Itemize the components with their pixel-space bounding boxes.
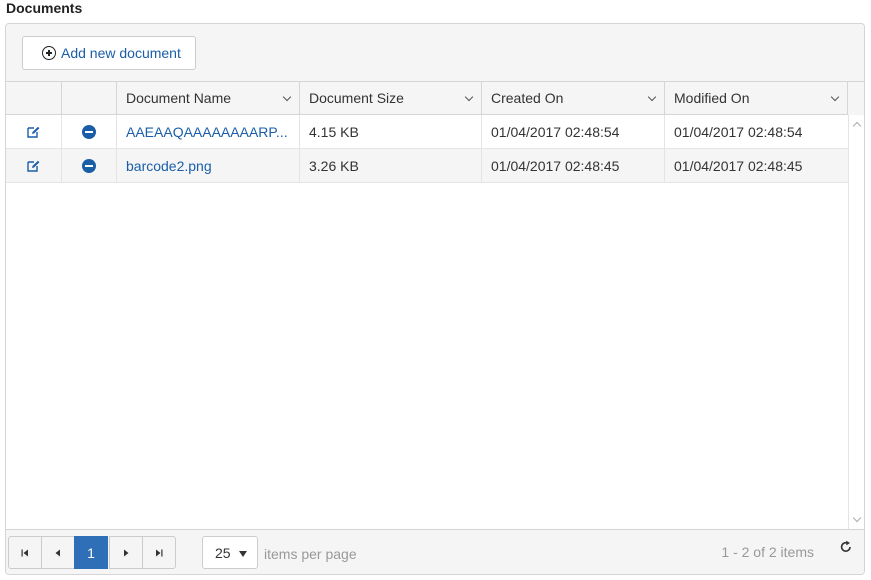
edit-icon[interactable]: [27, 160, 40, 172]
document-size: 3.26 KB: [300, 149, 482, 183]
chevron-down-icon[interactable]: [282, 92, 292, 102]
edit-cell: [6, 115, 62, 149]
table-row[interactable]: AAEAAQAAAAAAAARP... 4.15 KB 01/04/2017 0…: [6, 115, 848, 149]
header-label: Modified On: [674, 90, 750, 106]
items-per-page-label: items per page: [264, 546, 357, 562]
prev-page-icon: [55, 549, 60, 556]
header-edit-col: [6, 82, 62, 115]
header-label: Document Name: [126, 90, 232, 106]
add-document-button[interactable]: Add new document: [22, 36, 196, 70]
header-document-name[interactable]: Document Name: [117, 82, 300, 115]
grid-header: Document Name Document Size Created On M…: [6, 82, 864, 115]
modified-on: 01/04/2017 02:48:54: [674, 124, 803, 140]
page-size-select[interactable]: 25: [202, 536, 258, 569]
grid-body: AAEAAQAAAAAAAARP... 4.15 KB 01/04/2017 0…: [6, 115, 848, 529]
edit-cell: [6, 149, 62, 183]
header-document-size[interactable]: Document Size: [300, 82, 482, 115]
modified-on: 01/04/2017 02:48:45: [674, 158, 803, 174]
grid-pager: 1 25 items per page 1 - 2 of 2 items: [6, 529, 864, 574]
chevron-down-icon[interactable]: [647, 92, 657, 102]
minus-circle-icon[interactable]: [82, 159, 96, 173]
documents-grid: Add new document Document Name Document …: [5, 23, 865, 575]
first-page-icon: [21, 549, 28, 556]
header-label: Created On: [491, 90, 564, 106]
grid-toolbar: Add new document: [6, 24, 864, 82]
next-page-button[interactable]: [109, 536, 143, 569]
remove-cell: [62, 149, 117, 183]
chevron-down-icon[interactable]: [464, 92, 474, 102]
header-modified-on[interactable]: Modified On: [665, 82, 848, 115]
page-size-value: 25: [215, 544, 231, 561]
prev-page-button[interactable]: [41, 536, 75, 569]
vertical-scrollbar[interactable]: [848, 115, 864, 529]
page-button-current[interactable]: 1: [74, 536, 108, 569]
created-on: 01/04/2017 02:48:45: [482, 149, 665, 183]
scroll-up-icon[interactable]: [852, 121, 862, 131]
first-page-button[interactable]: [8, 536, 42, 569]
caret-down-icon: [239, 551, 247, 557]
header-created-on[interactable]: Created On: [482, 82, 665, 115]
created-on: 01/04/2017 02:48:54: [482, 115, 665, 149]
next-page-icon: [124, 549, 129, 556]
section-title: Documents: [6, 0, 83, 16]
document-name-link[interactable]: barcode2.png: [117, 149, 300, 183]
last-page-button[interactable]: [142, 536, 176, 569]
table-row[interactable]: barcode2.png 3.26 KB 01/04/2017 02:48:45…: [6, 149, 848, 183]
minus-circle-icon[interactable]: [82, 125, 96, 139]
edit-icon[interactable]: [27, 126, 40, 138]
document-name-link[interactable]: AAEAAQAAAAAAAARP...: [117, 115, 300, 149]
scroll-down-icon[interactable]: [852, 513, 862, 523]
refresh-icon[interactable]: [839, 540, 853, 554]
last-page-icon: [156, 549, 163, 556]
header-label: Document Size: [309, 90, 404, 106]
pager-info: 1 - 2 of 2 items: [721, 544, 814, 560]
chevron-down-icon[interactable]: [830, 92, 840, 102]
plus-circle-icon: [42, 46, 56, 60]
header-remove-col: [62, 82, 117, 115]
document-size: 4.15 KB: [300, 115, 482, 149]
header-scroll-corner: [848, 82, 864, 115]
add-document-label: Add new document: [61, 45, 181, 61]
remove-cell: [62, 115, 117, 149]
